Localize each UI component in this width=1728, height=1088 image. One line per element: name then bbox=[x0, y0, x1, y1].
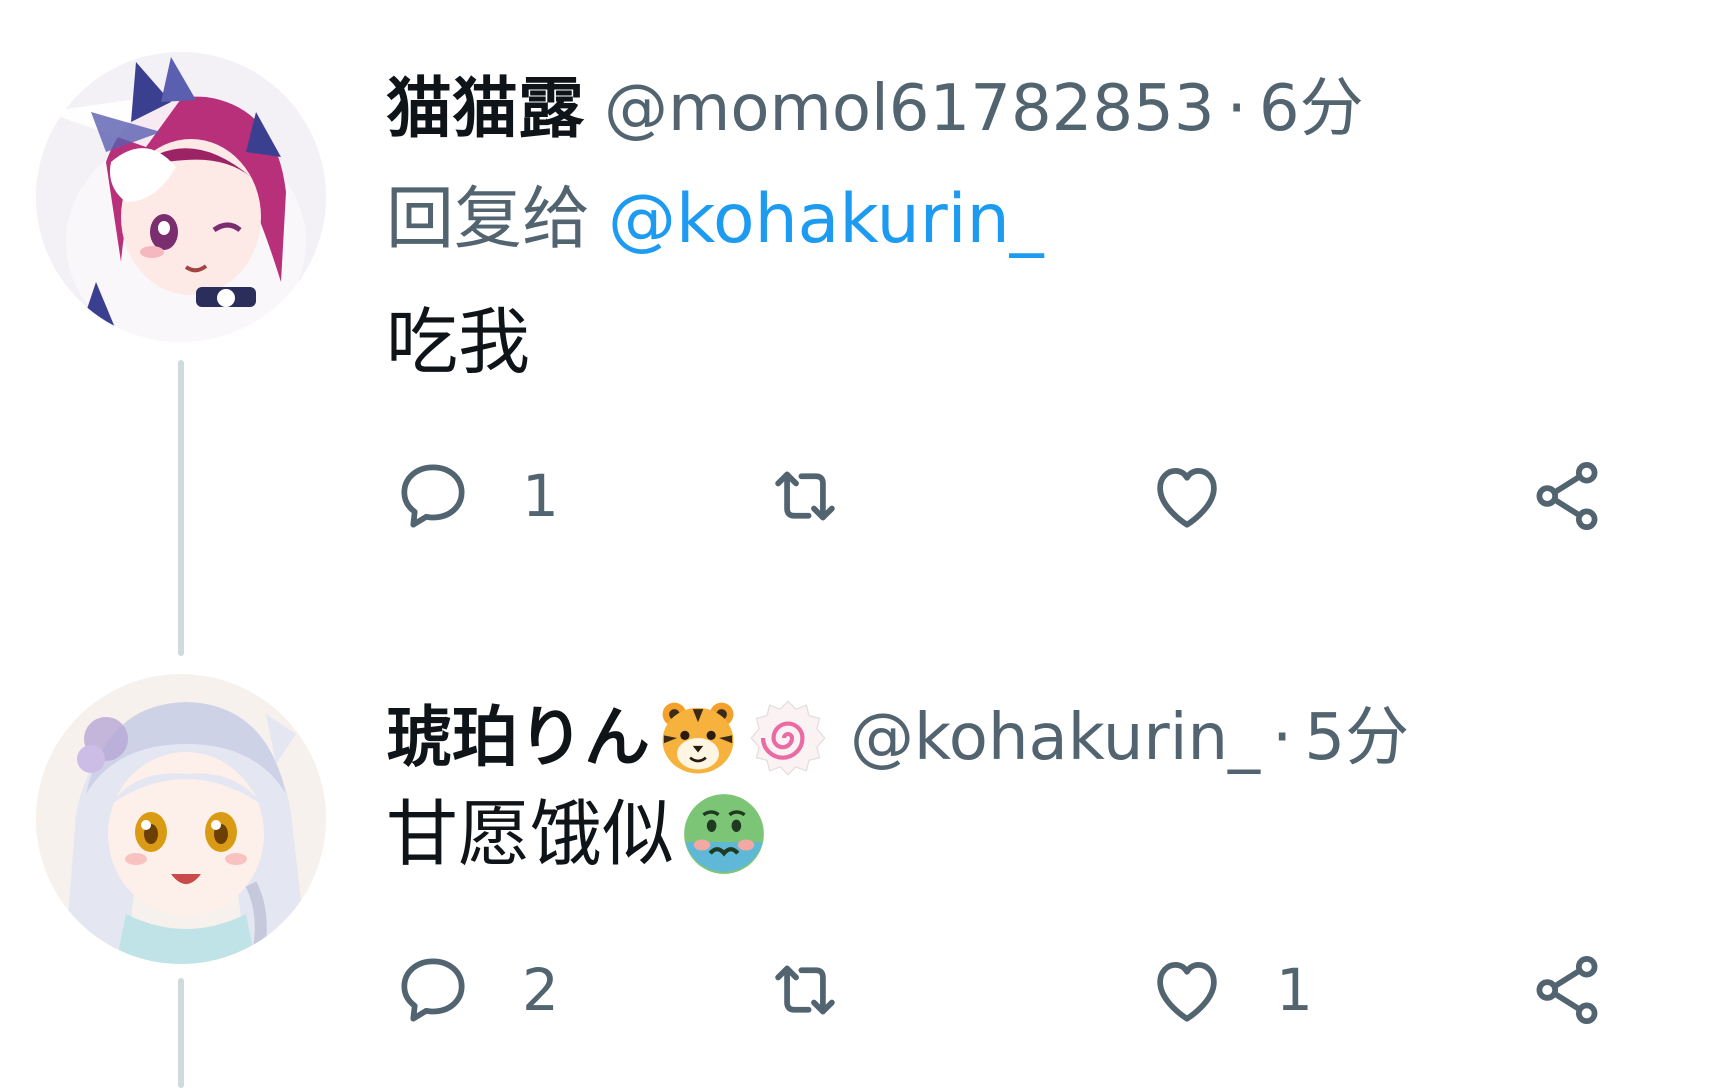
like-count: 1 bbox=[1276, 956, 1313, 1024]
share-button[interactable] bbox=[1524, 446, 1610, 546]
separator-dot: · bbox=[1272, 701, 1293, 775]
fish-cake-emoji bbox=[750, 700, 826, 776]
retweet-button[interactable] bbox=[762, 940, 894, 1040]
reply-count: 1 bbox=[522, 462, 559, 530]
avatar[interactable] bbox=[36, 52, 326, 342]
nauseated-face-emoji bbox=[684, 794, 764, 874]
timestamp[interactable]: 5分 bbox=[1304, 706, 1409, 770]
retweet-button[interactable] bbox=[762, 446, 894, 546]
avatar[interactable] bbox=[36, 674, 326, 964]
tiger-face-emoji bbox=[662, 702, 734, 774]
retweet-icon bbox=[775, 965, 835, 1015]
tweet-text: 甘愿饿似 bbox=[386, 790, 768, 878]
reply-handle-link[interactable]: @kohakurin_ bbox=[608, 180, 1044, 259]
avatar-image bbox=[36, 52, 326, 342]
reply-icon bbox=[401, 464, 465, 528]
avatar-image bbox=[36, 674, 326, 964]
tweet-header: 猫猫露 @momol61782853 · 6分 bbox=[386, 76, 1364, 142]
user-handle[interactable]: @kohakurin_ bbox=[850, 706, 1260, 770]
retweet-icon bbox=[775, 471, 835, 521]
display-name[interactable]: 猫猫露 bbox=[386, 76, 584, 142]
reply-prefix: 回复给 bbox=[386, 180, 591, 259]
tweet-actions: 2 1 bbox=[0, 940, 1728, 1040]
reply-icon bbox=[401, 958, 465, 1022]
reply-count: 2 bbox=[522, 956, 559, 1024]
tweet[interactable]: 猫猫露 @momol61782853 · 6分 回复给 @kohakurin_ 吃… bbox=[0, 0, 1728, 660]
share-icon bbox=[1536, 461, 1598, 531]
like-button[interactable]: 1 bbox=[1144, 940, 1313, 1040]
tweet[interactable]: 琥珀りん @kohakurin_ · 5分 甘愿饿似 2 1 bbox=[0, 660, 1728, 1088]
share-button[interactable] bbox=[1524, 940, 1610, 1040]
reply-button[interactable]: 1 bbox=[390, 446, 559, 546]
tweet-text-content: 甘愿饿似 bbox=[386, 792, 675, 876]
tweet-text-content: 吃我 bbox=[386, 300, 531, 384]
timestamp[interactable]: 6分 bbox=[1259, 77, 1364, 141]
heart-icon bbox=[1157, 468, 1217, 528]
like-button[interactable] bbox=[1144, 446, 1276, 546]
separator-dot: · bbox=[1226, 72, 1247, 146]
reply-context: 回复给 @kohakurin_ bbox=[386, 186, 1044, 254]
heart-icon bbox=[1157, 962, 1217, 1022]
tweet-actions: 1 bbox=[0, 446, 1728, 546]
user-handle[interactable]: @momol61782853 bbox=[604, 77, 1215, 141]
reply-button[interactable]: 2 bbox=[390, 940, 559, 1040]
share-icon bbox=[1536, 955, 1598, 1025]
tweet-text: 吃我 bbox=[386, 306, 530, 378]
display-name[interactable]: 琥珀りん bbox=[386, 705, 650, 771]
tweet-header: 琥珀りん @kohakurin_ · 5分 bbox=[386, 696, 1409, 780]
